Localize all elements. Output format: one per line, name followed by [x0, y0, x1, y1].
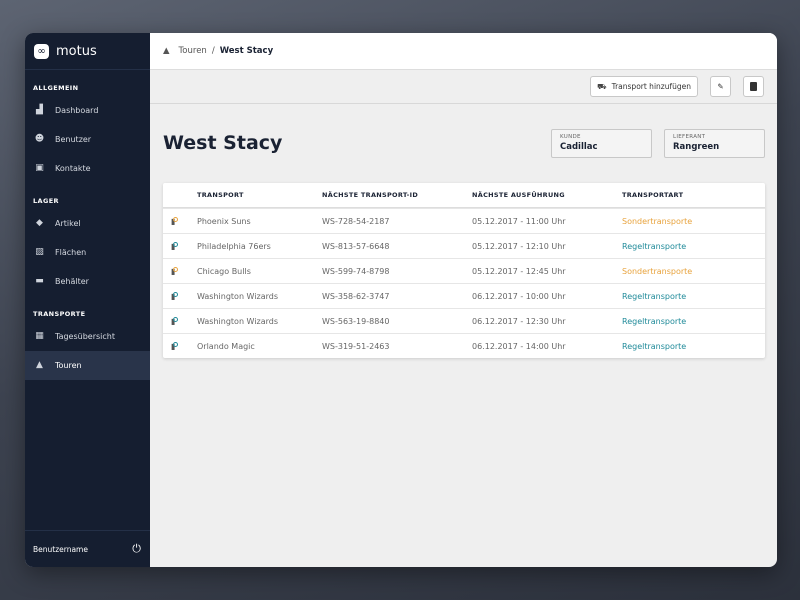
transport-id: WS-813-57-6648	[322, 241, 390, 251]
transport-name[interactable]: Philadelphia 76ers	[197, 242, 322, 251]
sidebar-item-label: Flächen	[55, 248, 87, 257]
sidebar-item[interactable]: ◆ Artikel	[25, 209, 150, 238]
truck-add-icon: ⛟	[597, 81, 607, 91]
app-window: ∞ motus ALLGEMEIN ▟ Dashboard ☻ Benutzer ▣ Kon…	[25, 33, 777, 567]
next-execution: 06.12.2017 - 12:30 Uhr	[472, 316, 566, 326]
breadcrumb: ▲ Touren / West Stacy	[150, 33, 777, 70]
transport-status-icon: ▮	[163, 216, 197, 226]
table-row[interactable]: ▮ Washington Wizards WS-563-19-8840 06.1…	[163, 308, 765, 333]
col-transport-id[interactable]: NÄCHSTE TRANSPORT-ID	[322, 191, 472, 199]
table-row[interactable]: ▮ Washington Wizards WS-358-62-3747 06.1…	[163, 283, 765, 308]
username[interactable]: Benutzername	[33, 545, 88, 554]
area-icon: ▨	[35, 247, 44, 257]
table-row[interactable]: ▮ Phoenix Suns WS-728-54-2187 05.12.2017…	[163, 208, 765, 233]
section-title: ALLGEMEIN	[33, 84, 79, 92]
next-execution: 06.12.2017 - 14:00 Uhr	[472, 341, 566, 351]
transport-id: WS-728-54-2187	[322, 216, 390, 226]
app-name: motus	[56, 43, 97, 59]
lieferant-card: LIEFERANT Rangreen	[664, 129, 765, 158]
link-logo-icon: ∞	[34, 43, 49, 59]
user-footer: Benutzername ⏻	[25, 530, 150, 567]
transport-status-icon: ▮	[163, 341, 197, 351]
sidebar-item[interactable]: ▲ Touren	[25, 351, 150, 380]
transport-type: Regeltransporte	[622, 291, 687, 301]
logo[interactable]: ∞ motus	[25, 33, 150, 70]
sidebar-item[interactable]: ▦ Tagesübersicht	[25, 322, 150, 351]
col-transport[interactable]: TRANSPORT	[197, 191, 322, 199]
transport-type: Sondertransporte	[622, 216, 693, 226]
power-icon[interactable]: ⏻	[132, 542, 141, 556]
section-title: TRANSPORTE	[33, 310, 86, 318]
chart-icon: ▟	[36, 105, 43, 115]
sidebar: ∞ motus ALLGEMEIN ▟ Dashboard ☻ Benutzer ▣ Kon…	[25, 33, 150, 567]
transport-status-icon: ▮	[163, 316, 197, 326]
edit-button[interactable]: ✎	[710, 76, 731, 97]
sidebar-item-label: Behälter	[55, 277, 89, 286]
breadcrumb-separator: /	[211, 46, 215, 56]
lieferant-value: Rangreen	[673, 142, 720, 152]
calendar-icon: ▦	[35, 331, 44, 341]
road-icon: ▲	[163, 46, 170, 56]
sidebar-item-label: Benutzer	[55, 135, 92, 144]
transport-table: TRANSPORT NÄCHSTE TRANSPORT-ID NÄCHSTE A…	[163, 183, 765, 358]
transport-id: WS-599-74-8798	[322, 266, 390, 276]
add-transport-label: Transport hinzufügen	[611, 82, 691, 91]
trash-icon	[750, 82, 757, 91]
box-icon: ▬	[35, 276, 44, 286]
transport-name[interactable]: Washington Wizards	[197, 292, 322, 301]
table-row[interactable]: ▮ Philadelphia 76ers WS-813-57-6648 05.1…	[163, 233, 765, 258]
users-icon: ☻	[34, 134, 45, 144]
sidebar-item[interactable]: ☻ Benutzer	[25, 125, 150, 154]
breadcrumb-parent[interactable]: Touren	[179, 46, 207, 56]
tag-icon: ◆	[36, 218, 43, 228]
sidebar-item[interactable]: ▨ Flächen	[25, 238, 150, 267]
sidebar-item-label: Tagesübersicht	[55, 332, 115, 341]
table-row[interactable]: ▮ Chicago Bulls WS-599-74-8798 05.12.201…	[163, 258, 765, 283]
transport-type: Regeltransporte	[622, 316, 687, 326]
transport-status-icon: ▮	[163, 266, 197, 276]
transport-id: WS-358-62-3747	[322, 291, 390, 301]
main: ▲ Touren / West Stacy ⛟ Transport hinzuf…	[150, 33, 777, 567]
transport-type: Sondertransporte	[622, 266, 693, 276]
breadcrumb-current: West Stacy	[219, 46, 274, 56]
next-execution: 05.12.2017 - 12:10 Uhr	[472, 241, 566, 251]
page-title: West Stacy	[163, 132, 283, 154]
sidebar-item-label: Touren	[55, 361, 82, 370]
next-execution: 06.12.2017 - 10:00 Uhr	[472, 291, 566, 301]
kunde-card: KUNDE Cadillac	[551, 129, 652, 158]
table-row[interactable]: ▮ Orlando Magic WS-319-51-2463 06.12.201…	[163, 333, 765, 358]
sidebar-item-label: Dashboard	[55, 106, 99, 115]
toolbar: ⛟ Transport hinzufügen ✎	[150, 70, 777, 104]
pencil-icon: ✎	[717, 82, 724, 91]
transport-type: Regeltransporte	[622, 341, 687, 351]
sidebar-item[interactable]: ▬ Behälter	[25, 267, 150, 296]
transport-name[interactable]: Orlando Magic	[197, 342, 322, 351]
col-type[interactable]: TRANSPORTART	[622, 191, 765, 199]
next-execution: 05.12.2017 - 11:00 Uhr	[472, 216, 566, 226]
next-execution: 05.12.2017 - 12:45 Uhr	[472, 266, 566, 276]
transport-name[interactable]: Washington Wizards	[197, 317, 322, 326]
col-execution[interactable]: NÄCHSTE AUSFÜHRUNG	[472, 191, 622, 199]
table-header: TRANSPORT NÄCHSTE TRANSPORT-ID NÄCHSTE A…	[163, 183, 765, 208]
contacts-icon: ▣	[35, 163, 44, 173]
delete-button[interactable]	[743, 76, 764, 97]
transport-status-icon: ▮	[163, 241, 197, 251]
transport-id: WS-319-51-2463	[322, 341, 390, 351]
add-transport-button[interactable]: ⛟ Transport hinzufügen	[590, 76, 698, 97]
transport-name[interactable]: Phoenix Suns	[197, 217, 322, 226]
kunde-value: Cadillac	[560, 142, 598, 152]
section-title: LAGER	[33, 197, 59, 205]
road-icon: ▲	[36, 360, 43, 370]
sidebar-item[interactable]: ▣ Kontakte	[25, 154, 150, 183]
transport-status-icon: ▮	[163, 291, 197, 301]
transport-name[interactable]: Chicago Bulls	[197, 267, 322, 276]
sidebar-item[interactable]: ▟ Dashboard	[25, 96, 150, 125]
sidebar-item-label: Kontakte	[55, 164, 91, 173]
transport-id: WS-563-19-8840	[322, 316, 390, 326]
transport-type: Regeltransporte	[622, 241, 687, 251]
lieferant-label: LIEFERANT	[673, 134, 706, 140]
sidebar-item-label: Artikel	[55, 219, 81, 228]
kunde-label: KUNDE	[560, 134, 581, 140]
